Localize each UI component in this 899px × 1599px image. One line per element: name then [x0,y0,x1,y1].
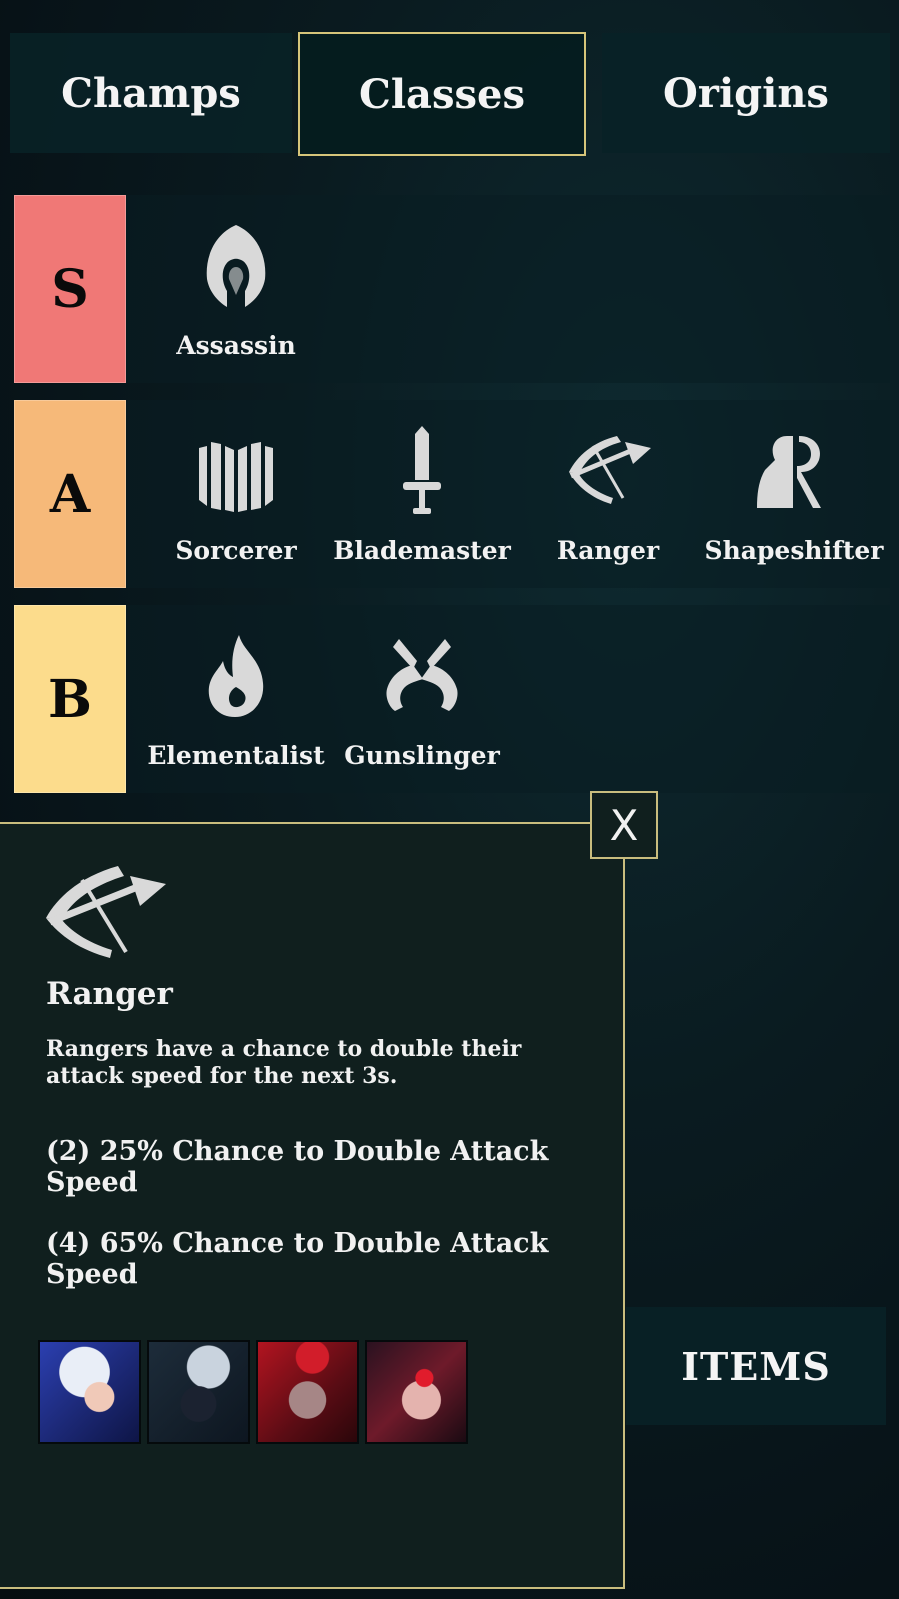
crossed-pistols-icon [377,631,467,721]
class-item-sorcerer[interactable]: Sorcerer [146,400,326,588]
champion-list [38,1340,468,1444]
class-label: Shapeshifter [704,536,884,565]
hood-icon [191,221,281,311]
class-item-ranger[interactable]: Ranger [518,400,698,588]
popup-description: Rangers have a chance to double their at… [46,1036,522,1089]
tab-champs[interactable]: Champs [10,33,292,153]
tier-row-a: A Sorcerer Blademaster Ranger Shapeshift… [14,400,890,588]
class-label: Sorcerer [175,536,297,565]
flame-icon [191,631,281,721]
class-item-assassin[interactable]: Assassin [146,195,326,383]
book-icon [191,426,281,516]
champion-portrait-1[interactable] [38,1340,141,1444]
class-label: Gunslinger [344,741,500,770]
class-item-elementalist[interactable]: Elementalist [146,605,326,793]
class-label: Ranger [556,536,660,565]
class-detail-popup: Ranger Rangers have a chance to double t… [0,822,625,1589]
shapeshifter-icon [749,426,839,516]
tier-label-b: B [14,605,126,793]
class-label: Blademaster [333,536,511,565]
class-label: Elementalist [147,741,325,770]
tier-row-s: S Assassin [14,195,890,383]
tab-origins[interactable]: Origins [602,33,890,153]
tier-label-s: S [14,195,126,383]
tier-row-b: B Elementalist Gunslinger [14,605,890,793]
bow-icon [40,854,170,964]
close-button[interactable]: X [590,791,658,859]
popup-bonus: (4) 65% Chance to Double Attack Speed [46,1228,549,1290]
champion-portrait-3[interactable] [256,1340,359,1444]
champion-portrait-2[interactable] [147,1340,250,1444]
items-button[interactable]: ITEMS [626,1307,886,1425]
class-label: Assassin [176,331,296,360]
bow-icon [563,426,653,516]
tier-label-a: A [14,400,126,588]
popup-bonus: (2) 25% Chance to Double Attack Speed [46,1136,549,1198]
champion-portrait-4[interactable] [365,1340,468,1444]
category-tabs: Champs Classes Origins [10,32,890,156]
class-item-blademaster[interactable]: Blademaster [332,400,512,588]
class-item-shapeshifter[interactable]: Shapeshifter [704,400,884,588]
class-item-gunslinger[interactable]: Gunslinger [332,605,512,793]
sword-icon [377,426,467,516]
popup-title: Ranger [46,976,173,1012]
tab-classes[interactable]: Classes [298,32,586,156]
